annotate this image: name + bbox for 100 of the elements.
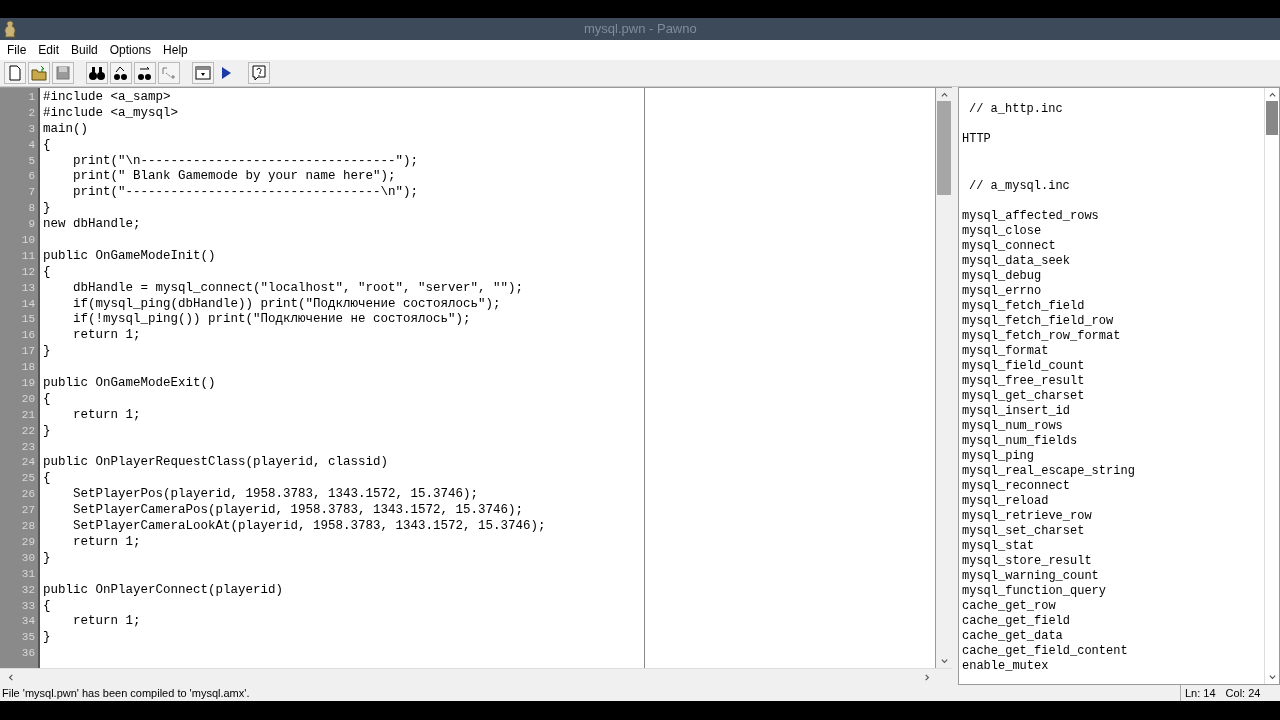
function-name[interactable]: mysql_fetch_row_format [962, 329, 1264, 344]
function-name[interactable]: mysql_debug [962, 269, 1264, 284]
code-line: SetPlayerCameraLookAt(playerid, 1958.3783, 1343.1572, 15.3746); [72, 519, 546, 534]
code-line: dbHandle = mysql_connect("localhost", "root", "server", ""); [72, 280, 524, 295]
function-name[interactable]: mysql_insert_id [962, 404, 1264, 419]
function-name[interactable]: mysql_fetch_field [962, 299, 1264, 314]
code-line: print(" Blank Gamemode by your name here"); [72, 169, 396, 184]
code-line: return 1; [72, 534, 141, 549]
function-name[interactable]: enable_mutex [962, 659, 1264, 674]
include-comment: // a_mysql.inc [968, 179, 1071, 194]
code-line: { [42, 137, 51, 152]
line-number: 18 [20, 360, 36, 376]
function-name[interactable]: mysql_num_fields [962, 434, 1264, 449]
function-name[interactable]: mysql_errno [962, 284, 1264, 299]
scrollbar-thumb[interactable] [937, 101, 951, 195]
menu-item[interactable]: Options [103, 43, 158, 57]
code-line: { [42, 391, 51, 406]
line-number: 17 [20, 344, 36, 360]
code-line: SetPlayerCameraPos(playerid, 1958.3783, 1343.1572, 15.3746); [72, 503, 524, 518]
function-name[interactable]: mysql_get_charset [962, 389, 1264, 404]
code-line: print("----------------------------------\n"); [72, 185, 419, 200]
function-name[interactable]: mysql_connect [962, 239, 1264, 254]
line-number: 31 [20, 566, 36, 582]
code-line: #include <a_samp> [42, 90, 171, 104]
function-name[interactable]: mysql_format [962, 344, 1264, 359]
code-line: main() [42, 121, 88, 136]
function-name[interactable]: mysql_field_count [962, 359, 1264, 374]
code-line: if(!mysql_ping()) print("Подключение не состоялось"); [72, 312, 471, 327]
line-number: 15 [20, 312, 36, 328]
function-name[interactable]: mysql_reload [962, 494, 1264, 509]
line-number: 9 [27, 217, 36, 233]
code-line: } [42, 344, 51, 359]
function-name[interactable]: cache_get_data [962, 629, 1264, 644]
menu-item[interactable]: Help [157, 43, 194, 57]
function-name[interactable]: mysql_affected_rows [962, 209, 1264, 224]
window-title: mysql.pwn - Pawno [584, 21, 697, 36]
code-line: SetPlayerPos(playerid, 1958.3783, 1343.1572, 15.3746); [72, 487, 479, 502]
include-comment: // a_http.inc [968, 102, 1064, 117]
function-name[interactable]: mysql_reconnect [962, 479, 1264, 494]
line-number: 8 [27, 201, 36, 217]
line-indicator: Ln: 14 [1185, 686, 1216, 701]
folder-icon[interactable] [28, 62, 50, 84]
compile-icon[interactable] [192, 62, 214, 84]
function-name[interactable]: mysql_close [962, 224, 1264, 239]
function-name[interactable]: mysql_retrieve_row [962, 509, 1264, 524]
line-number: 26 [20, 487, 36, 503]
code-line: public OnPlayerRequestClass(playerid, classid) [42, 455, 389, 470]
column-indicator: Col: 24 [1225, 686, 1261, 701]
menu-item[interactable]: Edit [32, 43, 66, 57]
function-name[interactable]: mysql_fetch_field_row [962, 314, 1264, 329]
line-number: 12 [20, 264, 36, 280]
app-icon [2, 20, 18, 38]
function-name[interactable]: cache_get_field [962, 614, 1264, 629]
function-name[interactable]: mysql_warning_count [962, 569, 1264, 584]
function-name[interactable]: mysql_function_query [962, 584, 1264, 599]
function-name[interactable]: mysql_set_charset [962, 524, 1264, 539]
line-number: 4 [27, 137, 36, 153]
code-line: return 1; [72, 407, 141, 422]
line-number: 22 [20, 423, 36, 439]
line-number: 33 [20, 598, 36, 614]
save-icon[interactable] [52, 62, 74, 84]
line-number: 2 [27, 105, 36, 121]
line-number: 16 [20, 328, 36, 344]
code-line: } [42, 630, 51, 645]
line-number: 25 [20, 471, 36, 487]
line-number: 3 [27, 121, 36, 137]
function-name[interactable]: mysql_data_seek [962, 254, 1264, 269]
code-line: return 1; [72, 614, 141, 629]
line-number: 10 [20, 233, 36, 248]
line-number: 20 [20, 391, 36, 407]
line-number: 27 [20, 503, 36, 519]
line-number: 1 [27, 90, 36, 105]
scrollbar-thumb[interactable] [1266, 101, 1278, 135]
new-file-icon[interactable] [4, 62, 26, 84]
function-name[interactable]: cache_get_row [962, 599, 1264, 614]
menu-item[interactable]: File [1, 43, 33, 57]
function-name[interactable]: mysql_real_escape_string [962, 464, 1264, 479]
line-number: 28 [20, 519, 36, 535]
code-line: if(mysql_ping(dbHandle)) print("Подключение состоялось"); [72, 296, 501, 311]
code-line: public OnGameModeExit() [42, 376, 216, 391]
line-number: 7 [27, 185, 36, 201]
line-number: 19 [20, 376, 36, 392]
function-name[interactable]: mysql_stat [962, 539, 1264, 554]
function-name[interactable]: cache_get_field_content [962, 644, 1264, 659]
menu-item[interactable]: Build [65, 43, 104, 57]
function-name[interactable]: mysql_num_rows [962, 419, 1264, 434]
help-icon[interactable] [248, 62, 270, 84]
line-number: 30 [20, 550, 36, 566]
line-number: 11 [20, 248, 36, 264]
binoculars-icon[interactable] [86, 62, 108, 84]
function-name[interactable]: mysql_free_result [962, 374, 1264, 389]
line-number: 34 [20, 614, 36, 630]
code-line: return 1; [72, 328, 141, 343]
code-line: } [42, 550, 51, 565]
function-name[interactable]: mysql_store_result [962, 554, 1264, 569]
function-name[interactable]: HTTP [962, 132, 1264, 147]
function-name[interactable]: mysql_ping [962, 449, 1264, 464]
line-number: 35 [20, 630, 36, 646]
code-line: print("\n----------------------------------"); [72, 153, 419, 168]
line-number: 14 [20, 296, 36, 312]
